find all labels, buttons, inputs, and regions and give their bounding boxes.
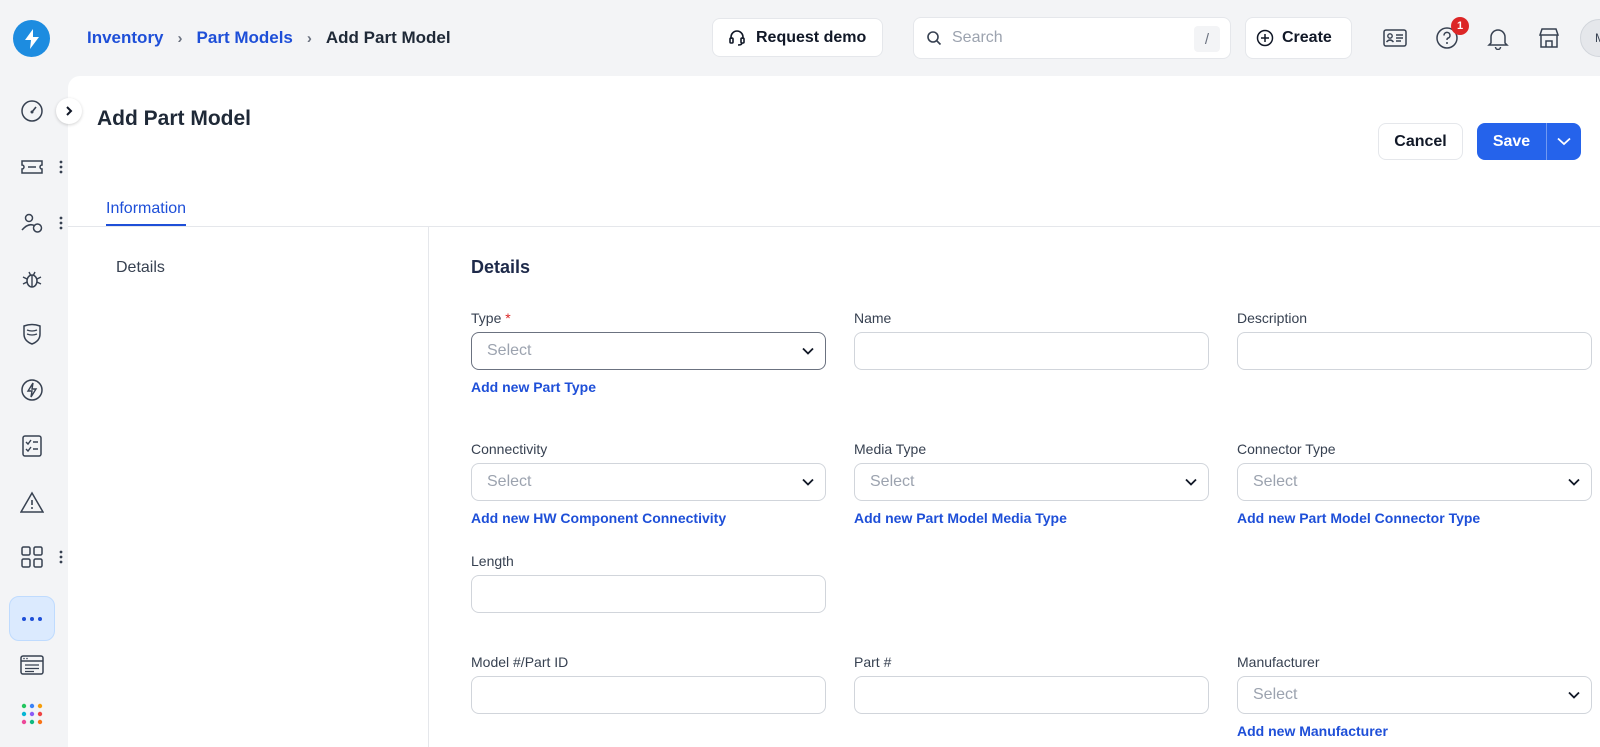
part-number-input[interactable] xyxy=(854,676,1209,714)
kebab-menu-icon[interactable] xyxy=(57,547,65,567)
search-icon xyxy=(927,31,942,46)
page-title: Add Part Model xyxy=(97,107,252,130)
shield-icon[interactable] xyxy=(18,320,46,348)
add-connector-type-link[interactable]: Add new Part Model Connector Type xyxy=(1237,510,1480,526)
add-media-type-link[interactable]: Add new Part Model Media Type xyxy=(854,510,1067,526)
connectivity-label: Connectivity xyxy=(471,441,548,457)
save-options-dropdown[interactable] xyxy=(1547,137,1581,146)
tasks-icon[interactable] xyxy=(18,432,46,460)
name-input[interactable] xyxy=(854,332,1209,370)
connectivity-select-value: Select xyxy=(487,473,532,490)
required-marker: * xyxy=(505,310,511,326)
breadcrumb-part-models[interactable]: Part Models xyxy=(197,28,293,48)
kebab-menu-icon[interactable] xyxy=(57,157,65,177)
chevron-right-icon xyxy=(66,106,73,116)
length-label: Length xyxy=(471,553,514,569)
lightning-icon xyxy=(24,28,39,49)
alert-icon[interactable] xyxy=(18,488,46,516)
catalog-icon[interactable] xyxy=(18,651,46,679)
users-icon[interactable] xyxy=(18,209,46,237)
add-part-type-link[interactable]: Add new Part Type xyxy=(471,379,596,395)
save-button[interactable]: Save xyxy=(1477,123,1581,160)
add-connectivity-link[interactable]: Add new HW Component Connectivity xyxy=(471,510,726,526)
type-select-value: Select xyxy=(487,342,532,359)
part-number-label: Part # xyxy=(854,654,892,670)
top-bar: Inventory › Part Models › Add Part Model… xyxy=(0,0,1600,76)
length-input[interactable] xyxy=(471,575,826,613)
breadcrumb-separator: › xyxy=(306,29,312,47)
help-notification-badge: 1 xyxy=(1451,17,1469,35)
bug-icon[interactable] xyxy=(18,265,46,293)
save-label: Save xyxy=(1477,123,1547,160)
model-part-id-input[interactable] xyxy=(471,676,826,714)
store-icon[interactable] xyxy=(1536,25,1562,51)
create-button[interactable]: Create xyxy=(1245,17,1352,59)
description-label: Description xyxy=(1237,310,1308,326)
type-label-text: Type xyxy=(471,310,502,326)
chevron-down-icon xyxy=(802,478,814,486)
more-icon xyxy=(22,616,42,621)
requester-card-icon[interactable] xyxy=(1382,25,1408,51)
section-nav-details[interactable]: Details xyxy=(116,259,165,277)
type-label: Type * xyxy=(471,310,511,326)
search-shortcut-key: / xyxy=(1194,26,1220,52)
connector-type-select-value: Select xyxy=(1253,473,1298,490)
search-input[interactable]: Search / xyxy=(913,17,1231,59)
section-nav-divider xyxy=(428,227,429,747)
cancel-button[interactable]: Cancel xyxy=(1378,123,1463,160)
section-title: Details xyxy=(471,257,531,277)
media-type-select-value: Select xyxy=(870,473,915,490)
app-grid-icon[interactable] xyxy=(18,700,46,728)
request-demo-label: Request demo xyxy=(756,28,867,46)
connector-type-label: Connector Type xyxy=(1237,441,1336,457)
tab-divider xyxy=(68,226,1600,227)
model-part-id-label: Model #/Part ID xyxy=(471,654,569,670)
tickets-icon[interactable] xyxy=(18,153,46,181)
changes-icon[interactable] xyxy=(18,376,46,404)
bell-icon[interactable] xyxy=(1485,25,1511,51)
kebab-menu-icon[interactable] xyxy=(57,213,65,233)
dashboard-icon[interactable] xyxy=(18,97,46,125)
description-input[interactable] xyxy=(1237,332,1592,370)
app-logo[interactable] xyxy=(13,20,50,57)
sidebar xyxy=(0,76,68,747)
expand-sidebar-button[interactable] xyxy=(56,98,82,124)
chevron-down-icon xyxy=(1568,478,1580,486)
chevron-down-icon xyxy=(1557,137,1571,146)
request-demo-button[interactable]: Request demo xyxy=(712,18,883,57)
tab-information[interactable]: Information xyxy=(106,200,187,226)
manufacturer-label: Manufacturer xyxy=(1237,654,1320,670)
search-placeholder: Search xyxy=(952,29,1003,46)
connectivity-select[interactable]: Select xyxy=(471,463,826,501)
apps-icon[interactable] xyxy=(18,543,46,571)
media-type-label: Media Type xyxy=(854,441,927,457)
chevron-down-icon xyxy=(1568,691,1580,699)
main-panel xyxy=(68,76,1600,747)
breadcrumb-separator: › xyxy=(177,29,183,47)
connector-type-select[interactable]: Select xyxy=(1237,463,1592,501)
plus-circle-icon xyxy=(1256,29,1274,47)
breadcrumb-inventory[interactable]: Inventory xyxy=(87,28,164,48)
media-type-select[interactable]: Select xyxy=(854,463,1209,501)
name-label: Name xyxy=(854,310,892,326)
create-label: Create xyxy=(1282,29,1332,46)
chevron-down-icon xyxy=(1185,478,1197,486)
headset-icon xyxy=(729,29,745,46)
breadcrumb: Inventory › Part Models › Add Part Model xyxy=(87,28,451,48)
manufacturer-select-value: Select xyxy=(1253,686,1298,703)
more-button[interactable] xyxy=(9,596,55,641)
breadcrumb-current: Add Part Model xyxy=(325,28,451,47)
manufacturer-select[interactable]: Select xyxy=(1237,676,1592,714)
avatar[interactable]: M xyxy=(1580,19,1600,57)
chevron-down-icon xyxy=(802,347,814,355)
type-select[interactable]: Select xyxy=(471,332,826,370)
add-manufacturer-link[interactable]: Add new Manufacturer xyxy=(1237,723,1388,739)
